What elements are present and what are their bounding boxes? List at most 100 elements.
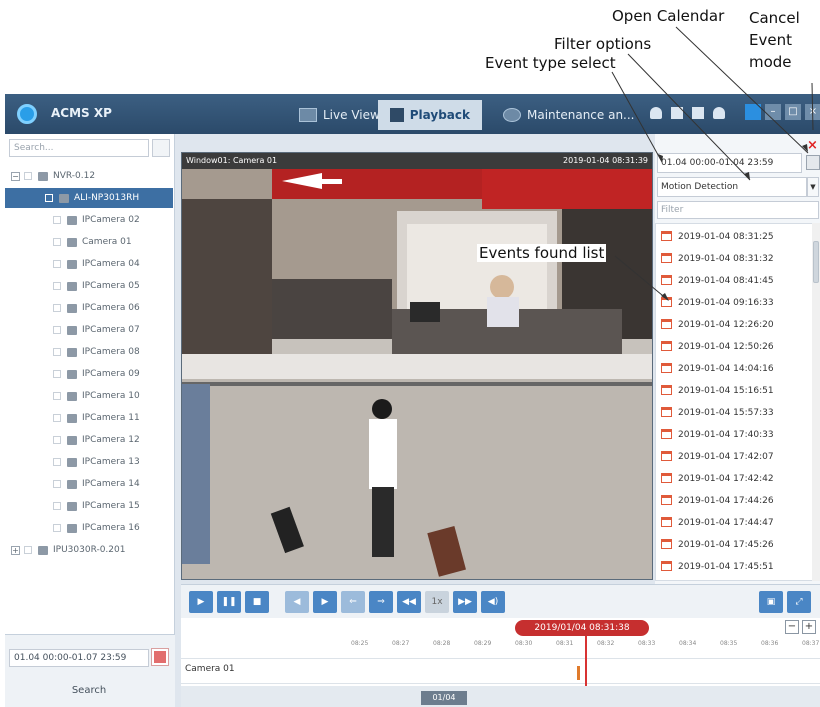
device-search-input[interactable]: Search... [9,139,149,157]
step-back-icon[interactable]: ◀ [285,591,309,613]
event-filter-input[interactable]: Filter [657,201,819,219]
timeline[interactable]: 2019/01/04 08:31:38 08:25 08:27 08:28 08:29… [181,618,820,707]
tree-item[interactable]: IPCamera 12 [5,430,173,450]
tree-item[interactable]: IPCamera 06 [5,298,173,318]
event-item[interactable]: 2019-01-04 17:45:26 [656,535,806,554]
tree-checkbox[interactable] [53,282,61,290]
minimize-icon[interactable]: – [765,104,781,120]
expand-icon[interactable]: + [11,545,20,555]
date-range-field[interactable]: 01.04 00:00-01.07 23:59 [9,649,149,667]
event-item[interactable]: 2019-01-04 17:44:26 [656,491,806,510]
tree-item[interactable]: Camera 01 [5,232,173,252]
tree-item[interactable]: IPCamera 14 [5,474,173,494]
event-type-select[interactable]: Motion Detection [657,177,807,197]
forward-icon[interactable]: ⇒ [369,591,393,613]
zoom-out-icon[interactable]: − [785,620,799,634]
collapse-icon[interactable]: − [11,171,20,181]
event-item[interactable]: 2019-01-04 09:16:33 [656,293,806,312]
event-item[interactable]: 2019-01-04 08:41:45 [656,271,806,290]
fullscreen-icon[interactable]: ⤢ [787,591,811,613]
tree-item[interactable]: IPCamera 11 [5,408,173,428]
lock-icon[interactable] [745,104,761,120]
frame-forward-icon[interactable]: ▶ [313,591,337,613]
tree-checkbox[interactable] [45,194,53,202]
tree-item[interactable]: IPCamera 02 [5,210,173,230]
event-item[interactable]: 2019-01-04 17:45:51 [656,557,806,576]
event-date-range-field[interactable]: 01.04 00:00-01.04 23:59 [657,153,802,173]
tree-checkbox[interactable] [53,414,61,422]
slow-icon[interactable]: ◀◀ [397,591,421,613]
event-time: 2019-01-04 17:45:51 [678,561,774,572]
tree-item-label: IPCamera 05 [82,281,140,291]
fast-icon[interactable]: ▶▶ [453,591,477,613]
list-icon[interactable] [671,107,683,119]
open-calendar-icon[interactable] [806,155,820,170]
tree-checkbox[interactable] [53,436,61,444]
cloud-icon[interactable] [650,107,662,119]
event-item[interactable]: 2019-01-04 08:31:32 [656,249,806,268]
snapshot-icon[interactable]: ▣ [759,591,783,613]
zoom-in-icon[interactable]: + [802,620,816,634]
tree-checkbox[interactable] [53,458,61,466]
tree-item[interactable]: IPCamera 09 [5,364,173,384]
tree-checkbox[interactable] [53,260,61,268]
tree-checkbox[interactable] [53,326,61,334]
reverse-icon[interactable]: ⇐ [341,591,365,613]
event-item[interactable]: 2019-01-04 17:44:47 [656,513,806,532]
search-icon[interactable] [152,139,170,157]
maximize-icon[interactable]: □ [785,104,801,120]
tree-item[interactable]: IPCamera 10 [5,386,173,406]
event-item[interactable]: 2019-01-04 12:50:26 [656,337,806,356]
chevron-down-icon[interactable]: ▼ [807,177,819,197]
tree-checkbox[interactable] [53,502,61,510]
tree-checkbox[interactable] [53,238,61,246]
stop-icon[interactable]: ■ [245,591,269,613]
video-window[interactable]: Window01: Camera 01 2019-01-04 08:31:39 [181,152,653,580]
event-item[interactable]: 2019-01-04 17:40:33 [656,425,806,444]
close-icon[interactable]: × [805,104,820,120]
event-item[interactable]: 2019-01-04 17:42:07 [656,447,806,466]
tree-item[interactable]: − NVR-0.12 [5,166,173,186]
tab-live-view[interactable]: Live View [287,100,392,130]
timeline-track[interactable] [181,658,820,684]
event-item[interactable]: 2019-01-04 15:57:33 [656,403,806,422]
tree-checkbox[interactable] [53,216,61,224]
tree-item[interactable]: ALI-NP3013RH [5,188,173,208]
tree-checkbox[interactable] [53,348,61,356]
tree-checkbox[interactable] [53,304,61,312]
tree-item[interactable]: IPCamera 13 [5,452,173,472]
tree-item[interactable]: IPCamera 08 [5,342,173,362]
tree-item[interactable]: IPCamera 07 [5,320,173,340]
tree-item[interactable]: IPCamera 04 [5,254,173,274]
cancel-event-mode-icon[interactable]: × [807,138,818,153]
timeline-cursor[interactable] [585,636,587,686]
event-item[interactable]: 2019-01-04 14:04:16 [656,359,806,378]
tree-item[interactable]: + IPU3030R-0.201 [5,540,173,560]
play-icon[interactable]: ▶ [189,591,213,613]
tree-checkbox[interactable] [53,392,61,400]
tab-maintenance[interactable]: Maintenance an... [491,100,647,130]
calendar-icon[interactable] [151,648,169,666]
events-scrollbar[interactable] [812,223,820,581]
user-icon[interactable] [713,107,725,119]
tree-item[interactable]: IPCamera 16 [5,518,173,538]
tree-checkbox[interactable] [53,480,61,488]
tree-item[interactable]: IPCamera 15 [5,496,173,516]
tree-checkbox[interactable] [53,370,61,378]
event-item[interactable]: 2019-01-04 17:42:42 [656,469,806,488]
tree-checkbox[interactable] [24,546,32,554]
image-icon[interactable] [692,107,704,119]
scroll-thumb[interactable] [813,241,819,283]
pause-icon[interactable]: ❚❚ [217,591,241,613]
volume-icon[interactable]: ◀) [481,591,505,613]
event-item[interactable]: 2019-01-04 12:26:20 [656,315,806,334]
tab-playback[interactable]: Playback [378,100,482,130]
tree-checkbox[interactable] [53,524,61,532]
tree-checkbox[interactable] [24,172,32,180]
search-button[interactable]: Search [9,679,169,703]
video-header: Window01: Camera 01 2019-01-04 08:31:39 [182,153,652,169]
tree-item[interactable]: IPCamera 05 [5,276,173,296]
event-item[interactable]: 2019-01-04 15:16:51 [656,381,806,400]
event-time: 2019-01-04 17:40:33 [678,429,774,440]
event-item[interactable]: 2019-01-04 08:31:25 [656,227,806,246]
